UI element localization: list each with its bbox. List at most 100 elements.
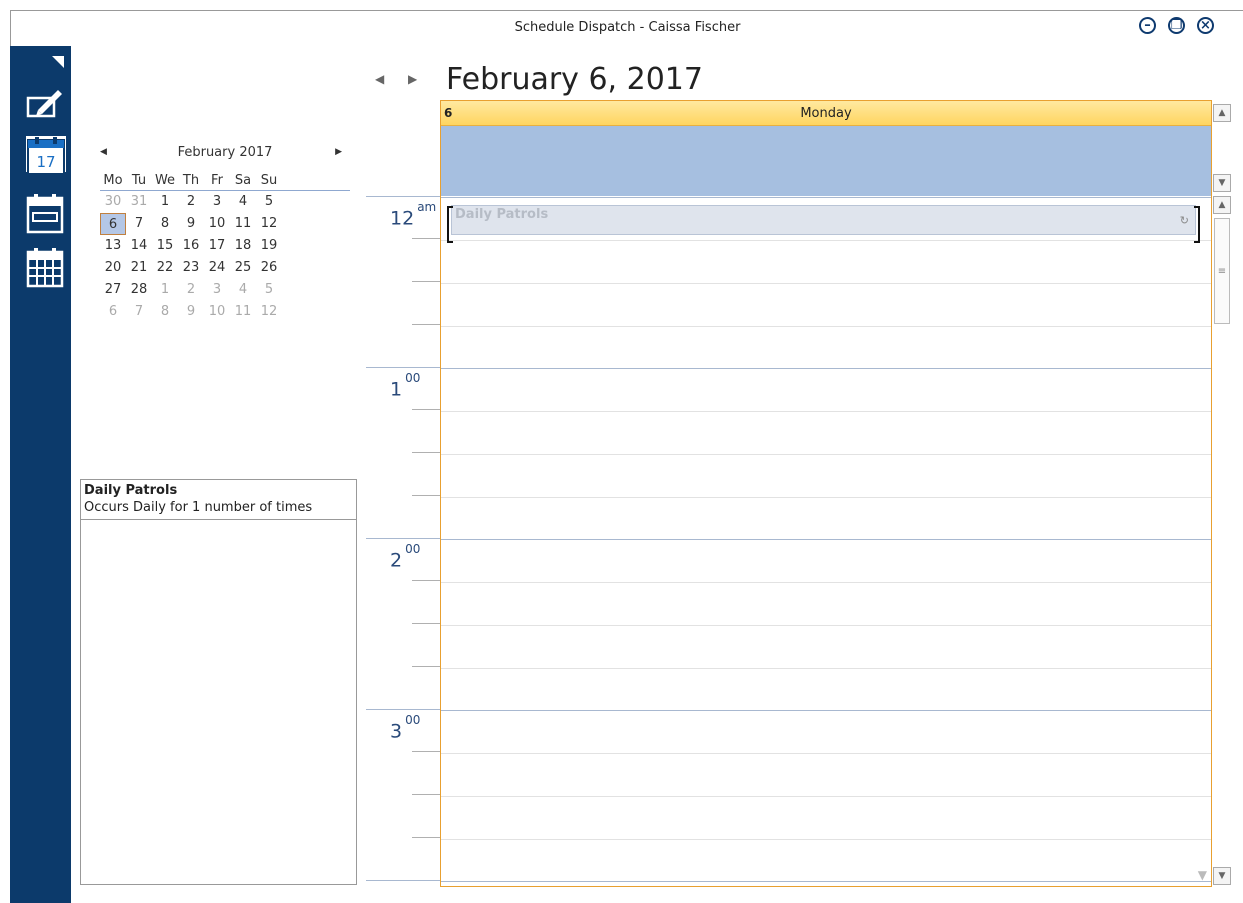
hour-suffix: 00 [405, 713, 421, 727]
scroll-up-icon[interactable]: ▲ [1213, 104, 1231, 122]
day-column[interactable]: 6 Monday Daily Patrols ↻ ▼ [440, 100, 1212, 887]
restore-icon[interactable]: ❐ [1168, 17, 1185, 34]
mini-calendar-day[interactable]: 24 [204, 257, 230, 279]
scroll-up-icon[interactable]: ▲ [1213, 196, 1231, 214]
calendar-day-number: 17 [36, 153, 55, 171]
slot-line [441, 582, 1211, 583]
mini-calendar-day[interactable]: 5 [256, 279, 282, 301]
all-day-scrollbar[interactable]: ▲ ▼ [1213, 104, 1232, 192]
mini-calendar-day[interactable]: 8 [152, 213, 178, 235]
hour-suffix: 00 [405, 371, 421, 385]
hour-label-2: 200 [390, 542, 420, 572]
mini-calendar-day[interactable]: 21 [126, 257, 152, 279]
mini-calendar-day[interactable]: 11 [230, 213, 256, 235]
mini-calendar-day[interactable]: 18 [230, 235, 256, 257]
mini-calendar-day[interactable]: 23 [178, 257, 204, 279]
previous-day-button[interactable]: ◀ [375, 72, 384, 86]
slot-line [441, 240, 1211, 241]
hour-number: 12 [390, 207, 415, 230]
mini-calendar-day[interactable]: 22 [152, 257, 178, 279]
mini-calendar-day[interactable]: 5 [256, 191, 282, 213]
day-scrollbar[interactable]: ▲ ≡ ▼ [1213, 196, 1232, 887]
gutter-tick [412, 837, 440, 838]
mini-calendar-day[interactable]: 9 [178, 301, 204, 323]
slot-line [441, 839, 1211, 840]
day-header[interactable]: 6 Monday [441, 101, 1211, 126]
mini-calendar-day[interactable]: 10 [204, 301, 230, 323]
appointment-daily-patrols[interactable]: Daily Patrols ↻ [447, 205, 1200, 243]
hour-label-3: 300 [390, 713, 420, 742]
scroll-down-icon[interactable]: ▼ [1213, 174, 1231, 192]
nav-sidebar: 17 [10, 46, 71, 903]
mini-calendar-day[interactable]: 16 [178, 235, 204, 257]
minimize-icon[interactable]: – [1139, 17, 1156, 34]
weekday-label: Sa [234, 173, 252, 188]
day-view-heading: February 6, 2017 [446, 62, 703, 97]
mini-calendar-day[interactable]: 3 [204, 191, 230, 213]
gutter-hour-line [366, 880, 440, 881]
mini-calendar-day[interactable]: 17 [204, 235, 230, 257]
mini-calendar-next-button[interactable]: ▶ [335, 147, 342, 157]
mini-calendar-day[interactable]: 12 [256, 301, 282, 323]
mini-calendar-day[interactable]: 28 [126, 279, 152, 301]
recurrence-icon: ↻ [1179, 214, 1189, 227]
mini-calendar-day[interactable]: 8 [152, 301, 178, 323]
mini-calendar-weekdays: Mo Tu We Th Fr Sa Su [100, 173, 350, 191]
mini-calendar-day[interactable]: 6 [100, 301, 126, 323]
gutter-hour-line [366, 367, 440, 368]
close-icon[interactable]: × [1197, 17, 1214, 34]
weekday-label: Fr [211, 173, 223, 188]
mini-calendar-day[interactable]: 6 [100, 213, 126, 235]
hour-number: 2 [390, 549, 403, 572]
mini-calendar-day[interactable]: 25 [230, 257, 256, 279]
more-appointments-down-icon[interactable]: ▼ [1198, 868, 1207, 882]
collapse-sidebar-icon[interactable] [52, 56, 64, 68]
mini-calendar-day[interactable]: 2 [178, 191, 204, 213]
mini-calendar-day[interactable]: 2 [178, 279, 204, 301]
mini-calendar-day[interactable]: 1 [152, 279, 178, 301]
mini-calendar-day[interactable]: 31 [126, 191, 152, 213]
mini-calendar-header: ◀ February 2017 ▶ [100, 145, 350, 165]
mini-calendar-day[interactable]: 26 [256, 257, 282, 279]
slot-line [441, 796, 1211, 797]
mini-calendar-day[interactable]: 4 [230, 191, 256, 213]
gutter-tick [412, 495, 440, 496]
scroll-thumb[interactable]: ≡ [1214, 218, 1230, 324]
hour-line [441, 368, 1211, 369]
gutter-tick [412, 281, 440, 282]
mini-calendar-day[interactable]: 1 [152, 191, 178, 213]
window-frame-left [0, 10, 10, 903]
mini-calendar-day[interactable]: 30 [100, 191, 126, 213]
mini-calendar-day[interactable]: 12 [256, 213, 282, 235]
mini-calendar-day[interactable]: 15 [152, 235, 178, 257]
mini-calendar-day[interactable]: 19 [256, 235, 282, 257]
mini-calendar-day[interactable]: 7 [126, 301, 152, 323]
mini-calendar-day[interactable]: 7 [126, 213, 152, 235]
mini-calendar-day[interactable]: 20 [100, 257, 126, 279]
mini-calendar-day[interactable]: 10 [204, 213, 230, 235]
gutter-tick [412, 324, 440, 325]
edit-icon[interactable] [24, 86, 66, 122]
title-bar[interactable]: Schedule Dispatch - Caissa Fischer – ❐ × [10, 10, 1243, 47]
appointment-selection-bracket [447, 206, 453, 243]
calendar-week-icon[interactable] [24, 192, 66, 234]
next-day-button[interactable]: ▶ [408, 72, 417, 86]
gutter-tick [412, 580, 440, 581]
mini-calendar-day[interactable]: 4 [230, 279, 256, 301]
mini-calendar-day[interactable]: 9 [178, 213, 204, 235]
mini-calendar-day[interactable]: 14 [126, 235, 152, 257]
window-title: Schedule Dispatch - Caissa Fischer [514, 20, 741, 35]
all-day-area[interactable] [441, 126, 1211, 196]
calendar-day-icon[interactable]: 17 [26, 136, 66, 175]
mini-calendar-day[interactable]: 13 [100, 235, 126, 257]
scroll-down-icon[interactable]: ▼ [1213, 867, 1231, 885]
weekday-label: Th [182, 173, 200, 188]
mini-calendar-day[interactable]: 27 [100, 279, 126, 301]
calendar-month-icon[interactable] [24, 246, 66, 288]
schedule-window: Schedule Dispatch - Caissa Fischer – ❐ ×… [0, 0, 1243, 903]
gutter-tick [412, 666, 440, 667]
mini-calendar-day[interactable]: 3 [204, 279, 230, 301]
hour-suffix: 00 [405, 542, 421, 556]
gutter-tick [412, 623, 440, 624]
mini-calendar-day[interactable]: 11 [230, 301, 256, 323]
